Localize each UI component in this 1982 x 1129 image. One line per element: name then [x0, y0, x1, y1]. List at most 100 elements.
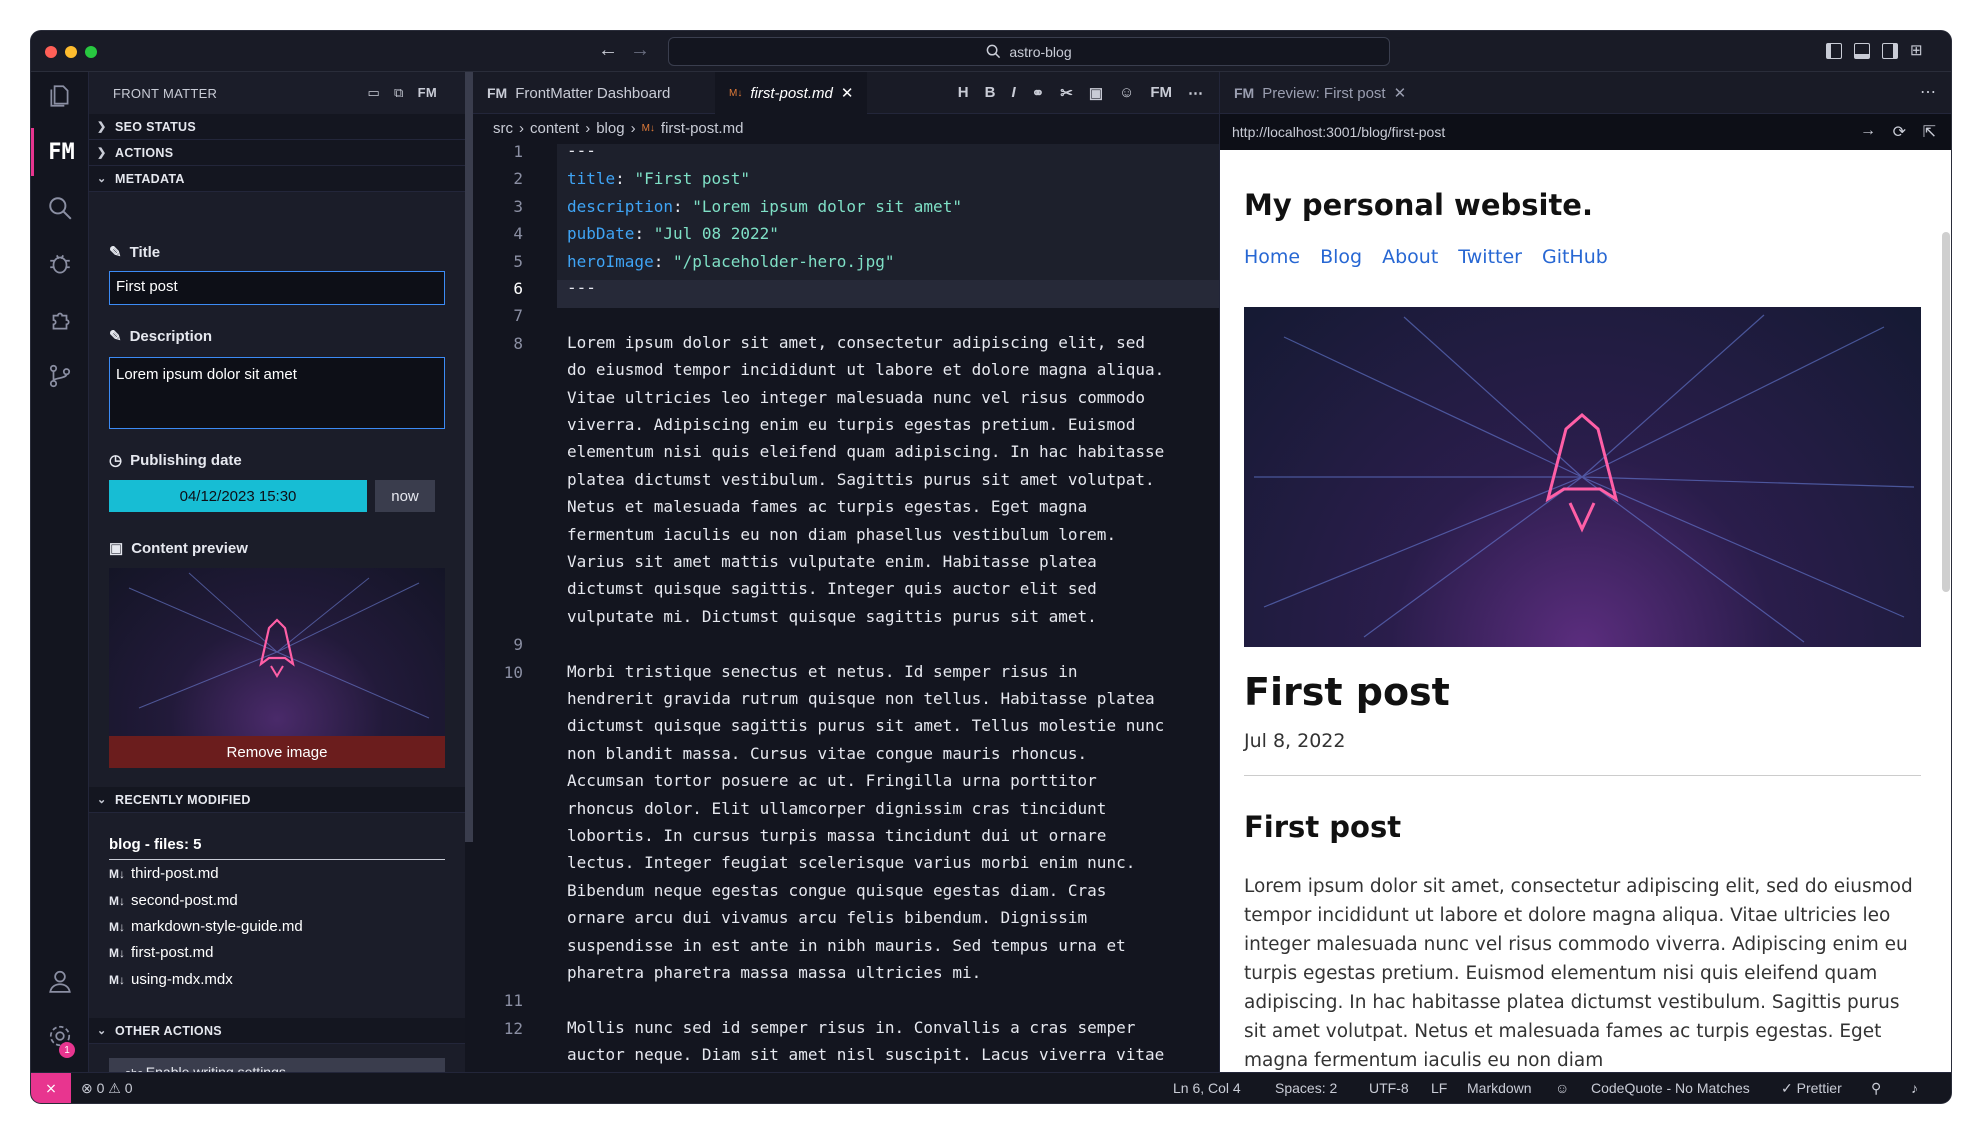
chevron-right-icon: ❯ — [97, 147, 107, 159]
breadcrumb-item[interactable]: blog — [596, 120, 624, 137]
remove-image-button[interactable]: Remove image — [109, 736, 445, 768]
copilot-icon[interactable]: ☺ — [1555, 1080, 1569, 1096]
toggle-panel-icon[interactable] — [1854, 43, 1870, 59]
extensions-icon[interactable] — [31, 296, 89, 344]
breadcrumb-item[interactable]: src — [493, 120, 513, 137]
cursor-position[interactable]: Ln 6, Col 4 — [1173, 1080, 1241, 1096]
indentation[interactable]: Spaces: 2 — [1275, 1080, 1337, 1096]
heading-icon[interactable]: H — [958, 84, 969, 102]
title-input[interactable]: First post — [109, 271, 445, 305]
section-seo-status[interactable]: ❯ SEO STATUS — [89, 114, 465, 140]
notifications-bell-icon[interactable]: ♪ — [1911, 1080, 1918, 1096]
minimize-window-button[interactable] — [65, 46, 77, 58]
preview-scrollbar[interactable] — [1942, 232, 1950, 592]
italic-icon[interactable]: I — [1011, 84, 1015, 102]
hero-image — [1244, 307, 1921, 647]
yaml-key: pubDate — [567, 224, 635, 244]
code-line[interactable]: Morbi tristique senectus et netus. Id se… — [567, 658, 1164, 987]
notification-badge: 1 — [59, 1042, 75, 1058]
section-metadata[interactable]: ⌄ METADATA — [89, 166, 465, 192]
problems-indicator[interactable]: ⊗ 0 ⚠ 0 — [81, 1080, 133, 1097]
open-external-icon[interactable]: ⇱ — [1923, 122, 1936, 142]
code-line[interactable]: --- — [567, 137, 596, 164]
code-line[interactable]: Lorem ipsum dolor sit amet, consectetur … — [567, 329, 1164, 630]
breadcrumb-item[interactable]: first-post.md — [661, 120, 744, 137]
line-number: 9 — [513, 635, 523, 655]
search-icon[interactable] — [31, 184, 89, 232]
site-title: My personal website. — [1244, 188, 1593, 222]
tab-preview[interactable]: FM Preview: First post ✕ — [1220, 72, 1420, 114]
prettier-status[interactable]: ✓ Prettier — [1781, 1080, 1842, 1097]
recent-file-item[interactable]: M↓ markdown-style-guide.md — [109, 918, 303, 935]
recent-file-item[interactable]: M↓ third-post.md — [109, 865, 219, 882]
line-ending[interactable]: LF — [1431, 1080, 1447, 1096]
more-actions-icon[interactable]: ⋯ — [1920, 82, 1936, 102]
recent-file-item[interactable]: M↓ second-post.md — [109, 892, 238, 909]
toggle-secondary-sidebar-icon[interactable] — [1882, 43, 1898, 59]
remote-indicator-icon[interactable]: ⨯ — [31, 1073, 71, 1103]
section-other-actions[interactable]: ⌄ OTHER ACTIONS — [89, 1018, 465, 1044]
emoji-icon[interactable]: ☺ — [1119, 84, 1134, 102]
codequote-status[interactable]: CodeQuote - No Matches — [1591, 1080, 1750, 1096]
preview-url-bar[interactable]: http://localhost:3001/blog/first-post → … — [1220, 114, 1951, 150]
source-control-icon[interactable] — [31, 352, 89, 400]
bold-icon[interactable]: B — [985, 84, 996, 102]
nav-link-twitter[interactable]: Twitter — [1458, 246, 1522, 268]
close-tab-icon[interactable]: ✕ — [1394, 84, 1407, 102]
command-center-search[interactable]: astro-blog — [668, 37, 1390, 66]
date-picker[interactable]: 04/12/2023 15:30 — [109, 480, 367, 512]
insert-image-icon[interactable]: ▣ — [1089, 84, 1103, 102]
sidebar-scrollbar[interactable] — [465, 72, 473, 842]
close-tab-icon[interactable]: ✕ — [841, 84, 854, 102]
language-mode[interactable]: Markdown — [1467, 1080, 1532, 1096]
line-number: 6 — [513, 279, 523, 298]
enable-writing-settings-button[interactable]: abc Enable writing settings — [109, 1058, 445, 1072]
explorer-icon[interactable] — [31, 72, 89, 120]
nav-link-home[interactable]: Home — [1244, 246, 1300, 268]
settings-gear-icon[interactable]: 1 — [31, 1012, 89, 1060]
forward-arrow-icon[interactable]: → — [630, 40, 650, 60]
code-line[interactable]: Mollis nunc sed id semper risus in. Conv… — [567, 1014, 1164, 1069]
snippet-icon[interactable]: ✂ — [1060, 84, 1073, 102]
line-number: 2 — [513, 169, 523, 189]
code-line[interactable]: --- — [567, 274, 596, 301]
frontmatter-line[interactable]: title: "First post" — [567, 169, 750, 188]
section-actions[interactable]: ❯ ACTIONS — [89, 140, 465, 166]
refresh-icon[interactable]: ⟳ — [1893, 122, 1906, 142]
frontmatter-logo-icon[interactable]: FM — [418, 85, 437, 101]
debug-icon[interactable] — [31, 240, 89, 288]
frontmatter-line[interactable]: description: "Lorem ipsum dolor sit amet… — [567, 197, 962, 216]
live-share-icon[interactable]: ⚲ — [1871, 1080, 1881, 1097]
maximize-window-button[interactable] — [85, 46, 97, 58]
description-textarea[interactable]: Lorem ipsum dolor sit amet — [109, 357, 445, 429]
account-icon[interactable] — [31, 957, 89, 1005]
open-preview-icon[interactable]: ⧉ — [394, 85, 404, 101]
toggle-sidebar-icon[interactable] — [1826, 43, 1842, 59]
recent-file-item[interactable]: M↓ using-mdx.mdx — [109, 971, 233, 988]
tab-first-post[interactable]: M↓ first-post.md ✕ — [715, 72, 868, 114]
yaml-key: description — [567, 196, 673, 216]
navigate-arrow-icon[interactable]: → — [1860, 122, 1876, 140]
now-button[interactable]: now — [375, 480, 435, 512]
frontmatter-line[interactable]: pubDate: "Jul 08 2022" — [567, 224, 779, 243]
open-dashboard-icon[interactable]: ▭ — [367, 85, 380, 101]
more-actions-icon[interactable]: ⋯ — [1188, 84, 1203, 102]
breadcrumb-item[interactable]: content — [530, 120, 579, 137]
nav-link-blog[interactable]: Blog — [1320, 246, 1362, 268]
recent-file-item[interactable]: M↓ first-post.md — [109, 944, 214, 961]
nav-link-github[interactable]: GitHub — [1542, 246, 1608, 268]
encoding[interactable]: UTF-8 — [1369, 1080, 1409, 1096]
back-arrow-icon[interactable]: ← — [598, 40, 618, 60]
activity-bar: FM 1 — [31, 72, 89, 1072]
tab-frontmatter-dashboard[interactable]: FM FrontMatter Dashboard — [473, 72, 684, 114]
nav-link-about[interactable]: About — [1382, 246, 1438, 268]
frontmatter-icon[interactable]: FM — [1150, 84, 1172, 102]
section-recently-modified[interactable]: ⌄ RECENTLY MODIFIED — [89, 787, 465, 813]
frontmatter-icon[interactable]: FM — [31, 128, 89, 176]
section-label: RECENTLY MODIFIED — [115, 792, 251, 807]
customize-layout-icon[interactable]: ⊞ — [1910, 41, 1923, 59]
close-window-button[interactable] — [45, 46, 57, 58]
link-icon[interactable]: ⚭ — [1032, 84, 1045, 102]
frontmatter-line[interactable]: heroImage: "/placeholder-hero.jpg" — [567, 252, 895, 271]
markdown-file-icon: M↓ — [641, 123, 655, 134]
